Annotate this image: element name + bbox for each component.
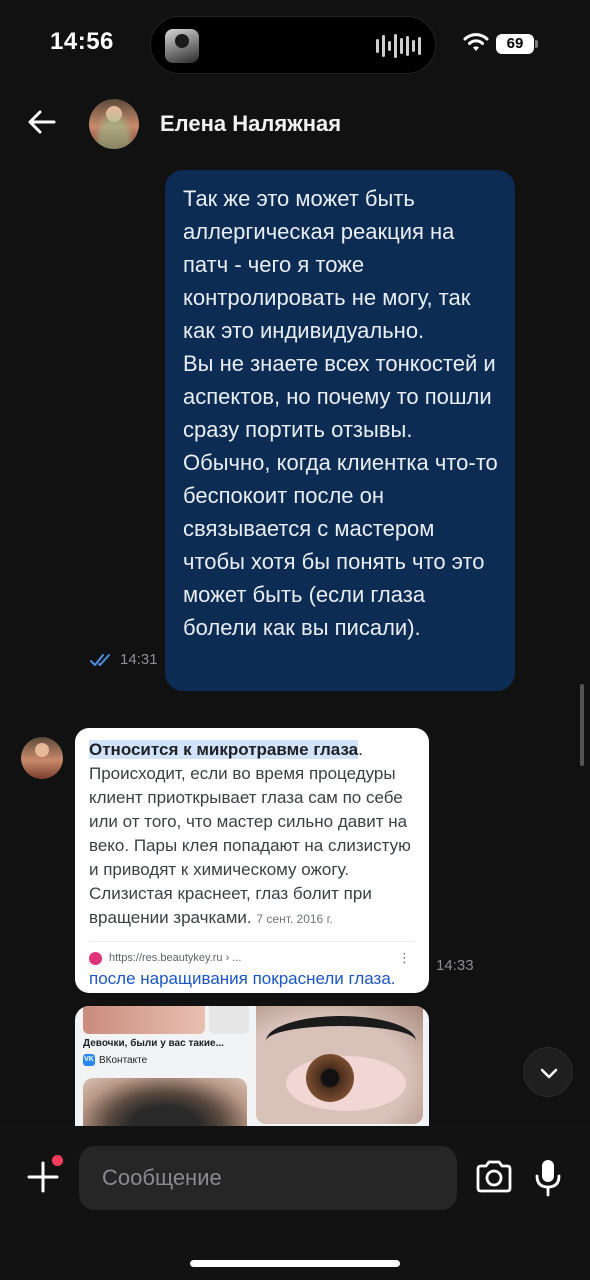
- outgoing-message-time: 14:31: [120, 651, 158, 668]
- battery-cap: [535, 40, 538, 48]
- incoming-image-search-result[interactable]: Относится к микротравме глаза. Происходи…: [75, 728, 429, 993]
- microphone-icon: [535, 1160, 561, 1197]
- camera-button[interactable]: [474, 1159, 514, 1195]
- voice-message-button[interactable]: [533, 1158, 563, 1198]
- result-title-rest: .: [358, 740, 363, 759]
- incoming-image-collage[interactable]: Девочки, были у вас такие... VK ВКонтакт…: [75, 1006, 429, 1136]
- double-check-icon: [90, 653, 110, 666]
- plus-icon: [27, 1161, 59, 1193]
- site-favicon-icon: [89, 951, 102, 965]
- chevron-down-icon: [540, 1068, 558, 1079]
- result-date: 7 сент. 2016 г.: [256, 912, 333, 926]
- audio-waveform-icon: [376, 33, 421, 59]
- camera-icon: [476, 1160, 512, 1193]
- scroll-down-button[interactable]: [523, 1047, 573, 1097]
- collage-source-label: ВКонтакте: [99, 1054, 148, 1066]
- chat-screen: 14:56 69 Елена Наляжная Так же это может…: [0, 0, 590, 1280]
- result-source-row: https://res.beautykey.ru › ... ⋮: [89, 950, 415, 966]
- arrow-left-icon: [28, 110, 56, 134]
- eye-lashes: [266, 1016, 416, 1066]
- back-button[interactable]: [24, 104, 60, 140]
- wifi-icon: [463, 33, 489, 51]
- outgoing-message-bubble[interactable]: Так же это может быть аллергическая реак…: [165, 170, 515, 691]
- scrollbar[interactable]: [580, 684, 584, 766]
- message-input[interactable]: [79, 1146, 457, 1210]
- sender-avatar[interactable]: [21, 737, 63, 779]
- outgoing-message-text: Так же это может быть аллергическая реак…: [183, 186, 498, 640]
- result-source-url: https://res.beautykey.ru › ...: [109, 952, 242, 964]
- thumbnail-placeholder: [209, 1006, 249, 1034]
- collage-source: VK ВКонтакте: [83, 1054, 147, 1066]
- result-link: после наращивания покраснели глаза.: [89, 969, 396, 988]
- photo-red-eye: [256, 1006, 423, 1124]
- dynamic-island[interactable]: [150, 16, 436, 74]
- divider: [89, 941, 415, 942]
- battery-indicator: 69: [496, 34, 534, 54]
- collage-caption: Девочки, были у вас такие...: [83, 1038, 224, 1049]
- now-playing-artwork: [165, 29, 199, 63]
- notification-dot: [52, 1155, 63, 1166]
- result-body-text: Происходит, если во время процедуры клие…: [89, 764, 411, 927]
- incoming-message-time: 14:33: [436, 957, 474, 974]
- thumbnail-eye-closeup: [83, 1006, 205, 1034]
- more-vertical-icon: ⋮: [398, 950, 411, 965]
- home-indicator[interactable]: [190, 1260, 400, 1267]
- contact-avatar[interactable]: [89, 99, 139, 149]
- vk-logo-icon: VK: [83, 1054, 95, 1066]
- result-title: Относится к микротравме глаза.: [89, 738, 415, 762]
- outgoing-message-meta: 14:31: [90, 651, 158, 668]
- result-title-highlight: Относится к микротравме глаза: [89, 740, 359, 759]
- contact-name[interactable]: Елена Наляжная: [160, 111, 341, 137]
- status-time: 14:56: [50, 28, 114, 55]
- result-body: Происходит, если во время процедуры клие…: [89, 762, 415, 931]
